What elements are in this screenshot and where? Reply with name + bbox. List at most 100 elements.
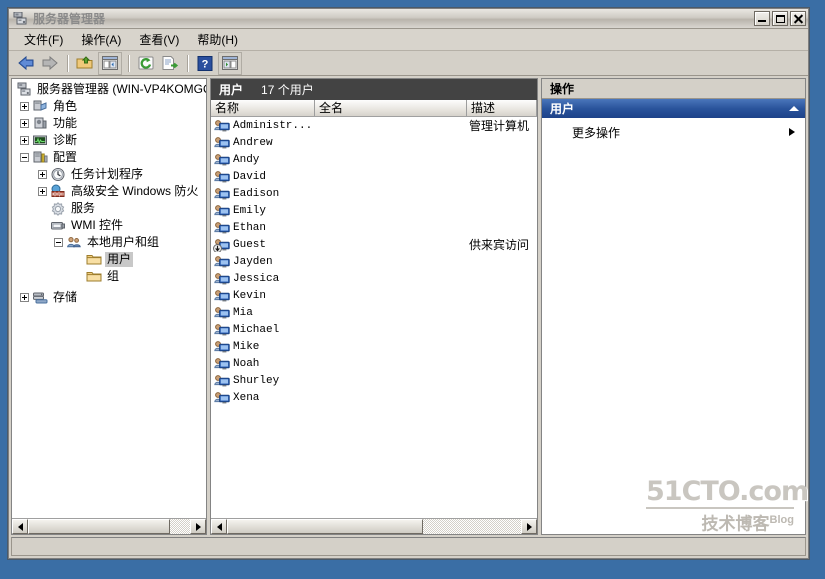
console-tree-pane: 服务器管理器 (WIN-VP4KOMGQQ9 角色 (11, 78, 207, 535)
users-rows[interactable]: Administr... 管理计算机 Andrew Andy David Eadi… (211, 117, 537, 518)
minimize-button[interactable] (754, 11, 770, 26)
cell-name: David (211, 170, 315, 184)
table-row[interactable]: Xena (211, 389, 537, 406)
refresh-icon[interactable] (135, 53, 157, 74)
table-row[interactable]: Shurley (211, 372, 537, 389)
tree-node-label: 诊断 (53, 133, 78, 147)
tree-horizontal-scrollbar[interactable] (12, 518, 206, 534)
table-row[interactable]: Noah (211, 355, 537, 372)
menu-help[interactable]: 帮助(H) (188, 29, 247, 50)
expander-plus-icon[interactable] (20, 102, 29, 111)
server-manager-icon (13, 11, 29, 26)
tree-node-diagnostics[interactable]: 诊断 (12, 132, 206, 149)
cell-name: Xena (211, 391, 315, 405)
tree-node-label: WMI 控件 (71, 218, 123, 232)
table-row[interactable]: Ethan (211, 219, 537, 236)
tree-node-firewall[interactable]: 高级安全 Windows 防火 (12, 183, 206, 200)
table-row[interactable]: Kevin (211, 287, 537, 304)
table-row[interactable]: Guest 供来宾访问 (211, 236, 537, 253)
folder-icon (86, 269, 102, 284)
menu-view[interactable]: 查看(V) (130, 29, 188, 50)
table-row[interactable]: Andrew (211, 134, 537, 151)
tree-node-configuration[interactable]: 配置 (12, 149, 206, 166)
table-row[interactable]: David (211, 168, 537, 185)
table-row[interactable]: Mike (211, 338, 537, 355)
tree-node-task-scheduler[interactable]: 任务计划程序 (12, 166, 206, 183)
help-icon[interactable]: ? (194, 53, 216, 74)
chevron-up-icon[interactable] (789, 106, 799, 111)
actions-group-header[interactable]: 用户 (542, 99, 805, 118)
expander-plus-icon[interactable] (20, 136, 29, 145)
expander-plus-icon[interactable] (38, 170, 47, 179)
table-row[interactable]: Andy (211, 151, 537, 168)
scroll-left-button[interactable] (211, 519, 227, 534)
roles-icon (32, 99, 48, 114)
expander-minus-icon[interactable] (54, 238, 63, 247)
table-row[interactable]: Mia (211, 304, 537, 321)
show-hide-console-tree-icon[interactable] (98, 51, 122, 75)
export-list-icon[interactable] (159, 53, 181, 74)
tree-node-label: 服务 (71, 201, 96, 215)
tree-node-root[interactable]: 服务器管理器 (WIN-VP4KOMGQQ9 (12, 81, 206, 98)
tree-node-storage[interactable]: 存储 (12, 289, 206, 306)
scroll-track[interactable] (423, 519, 521, 534)
storage-icon (32, 290, 48, 305)
tree-node-label: 本地用户和组 (87, 235, 160, 249)
scroll-thumb[interactable] (28, 519, 170, 534)
expander-minus-icon[interactable] (20, 153, 29, 162)
table-row[interactable]: Jayden (211, 253, 537, 270)
list-horizontal-scrollbar[interactable] (211, 518, 537, 534)
expander-plus-icon[interactable] (20, 119, 29, 128)
scroll-track[interactable] (170, 519, 190, 534)
list-header-title: 用户 (219, 83, 244, 97)
expander-plus-icon[interactable] (38, 187, 47, 196)
expander-none (38, 221, 47, 230)
menu-action[interactable]: 操作(A) (72, 29, 130, 50)
column-header-name[interactable]: 名称 (211, 100, 315, 116)
tree-node-users[interactable]: 用户 (12, 251, 206, 268)
column-header-fullname[interactable]: 全名 (315, 100, 467, 116)
tree-node-wmi-control[interactable]: WMI 控件 (12, 217, 206, 234)
tree-node-roles[interactable]: 角色 (12, 98, 206, 115)
table-row[interactable]: Eadison (211, 185, 537, 202)
tree-node-services[interactable]: 服务 (12, 200, 206, 217)
menu-file[interactable]: 文件(F) (15, 29, 72, 50)
user-icon (214, 374, 230, 388)
maximize-button[interactable] (772, 11, 788, 26)
up-folder-icon[interactable] (74, 53, 96, 74)
table-row[interactable]: Emily (211, 202, 537, 219)
title-bar[interactable]: 服务器管理器 (9, 9, 808, 29)
tree-node-groups[interactable]: 组 (12, 268, 206, 285)
scroll-right-button[interactable] (190, 519, 206, 534)
forward-icon[interactable] (39, 53, 61, 74)
scroll-right-button[interactable] (521, 519, 537, 534)
content-area: 服务器管理器 (WIN-VP4KOMGQQ9 角色 (9, 76, 808, 537)
close-button[interactable] (790, 11, 806, 26)
back-icon[interactable] (15, 53, 37, 74)
tree-node-label: 用户 (105, 252, 134, 267)
cell-description: 供来宾访问 (469, 238, 530, 252)
scroll-thumb[interactable] (227, 519, 423, 534)
user-icon (214, 255, 230, 269)
table-row[interactable]: Michael (211, 321, 537, 338)
list-header: 用户 17 个用户 (211, 79, 537, 100)
cell-name: Noah (211, 357, 315, 371)
show-hide-action-pane-icon[interactable] (218, 51, 242, 75)
cell-name: Eadison (211, 187, 315, 201)
user-name: Xena (233, 391, 260, 404)
actions-pane-title: 操作 (542, 79, 805, 99)
expander-plus-icon[interactable] (20, 293, 29, 302)
console-tree[interactable]: 服务器管理器 (WIN-VP4KOMGQQ9 角色 (12, 79, 206, 518)
tree-node-features[interactable]: 功能 (12, 115, 206, 132)
scroll-left-button[interactable] (12, 519, 28, 534)
tree-node-label: 功能 (53, 116, 78, 130)
table-row[interactable]: Jessica (211, 270, 537, 287)
actions-pane: 操作 用户 更多操作 (541, 78, 806, 535)
server-icon (16, 82, 32, 97)
cell-name: Andrew (211, 136, 315, 150)
column-header-description[interactable]: 描述 (467, 100, 537, 116)
tree-node-local-users-groups[interactable]: 本地用户和组 (12, 234, 206, 251)
table-row[interactable]: Administr... 管理计算机 (211, 117, 537, 134)
user-icon (214, 306, 230, 320)
action-more-actions[interactable]: 更多操作 (542, 122, 805, 142)
